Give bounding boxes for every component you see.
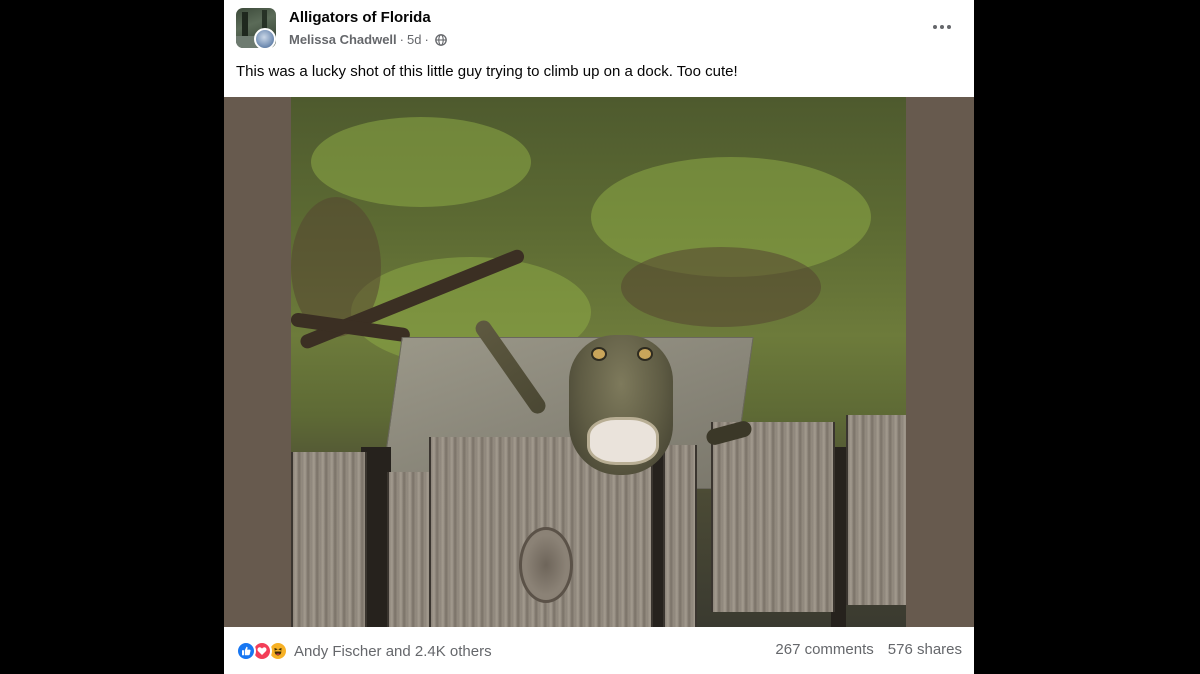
grass-shape (311, 117, 531, 207)
dirt-shape (621, 247, 821, 327)
post-header: Alligators of Florida Melissa Chadwell ·… (224, 0, 974, 80)
more-options-button[interactable] (924, 12, 960, 42)
more-horizontal-icon (933, 25, 951, 29)
author-avatar[interactable] (254, 28, 276, 50)
dock-plank (663, 445, 697, 627)
group-name-link[interactable]: Alligators of Florida (289, 9, 431, 26)
author-name-link[interactable]: Melissa Chadwell (289, 32, 397, 47)
meta-separator: · (424, 32, 429, 47)
meta-separator: · (399, 32, 404, 47)
reactions-count-text[interactable]: Andy Fischer and 2.4K others (294, 643, 492, 660)
post-card: Alligators of Florida Melissa Chadwell ·… (224, 0, 974, 674)
dock-plank (291, 452, 367, 627)
globe-icon[interactable] (434, 33, 447, 46)
post-photo[interactable] (291, 97, 906, 627)
post-media[interactable] (224, 97, 974, 627)
alligator-eye (591, 347, 607, 361)
post-footer: Andy Fischer and 2.4K others 267 comment… (224, 627, 974, 674)
dock-plank (387, 472, 433, 627)
engagement-counts: 267 comments 576 shares (775, 641, 962, 658)
comments-count-link[interactable]: 267 comments (775, 641, 873, 658)
alligator-mouth (587, 417, 659, 465)
post-text: This was a lucky shot of this little guy… (236, 63, 738, 80)
like-icon (236, 641, 256, 661)
post-meta: Melissa Chadwell · 5d · (289, 32, 447, 47)
page-background: Alligators of Florida Melissa Chadwell ·… (0, 0, 1200, 674)
alligator-eye (637, 347, 653, 361)
dock-plank (711, 422, 835, 612)
shares-count-link[interactable]: 576 shares (888, 641, 962, 658)
post-timestamp[interactable]: 5d (407, 32, 421, 47)
wood-knot (519, 527, 573, 603)
reactions-summary-button[interactable]: Andy Fischer and 2.4K others (236, 641, 492, 661)
dock-plank (846, 415, 906, 605)
